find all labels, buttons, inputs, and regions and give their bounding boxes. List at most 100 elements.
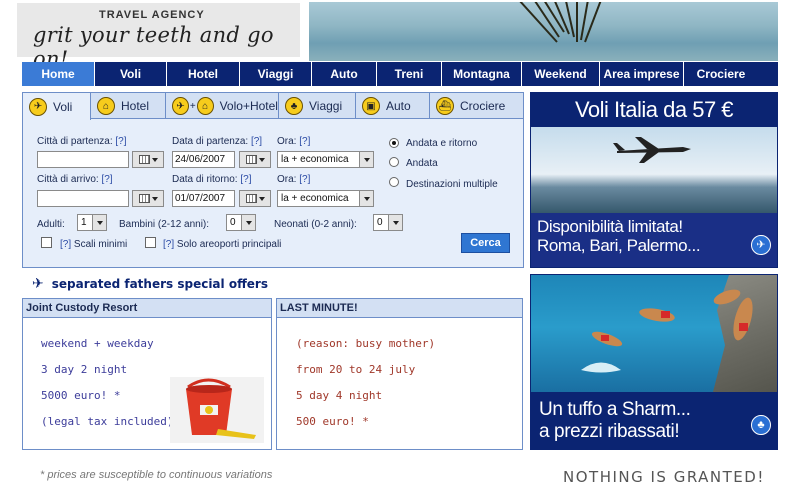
chevron-down-icon xyxy=(96,220,103,225)
departure-city-input[interactable] xyxy=(37,151,129,168)
radio-one-way[interactable] xyxy=(389,157,399,167)
offer-last-minute[interactable]: LAST MINUTE! (reason: busy mother) from … xyxy=(276,298,523,450)
palm-leaves-decoration xyxy=(519,2,602,43)
help-link[interactable]: [?] xyxy=(115,136,126,147)
list-icon xyxy=(138,194,150,203)
ad-italy-flights[interactable]: Voli Italia da 57 € Disponibilità limita… xyxy=(530,92,778,268)
offer1-line: weekend + weekday xyxy=(41,337,154,350)
main-nav: Home Voli Hotel Viaggi Auto Treni Montag… xyxy=(22,62,778,86)
airplane-icon xyxy=(613,137,691,163)
ship-icon: ⛴ xyxy=(436,97,454,115)
help-link[interactable]: [?] xyxy=(60,239,71,250)
logo: TRAVEL AGENCY grit your teeth and go on! xyxy=(17,3,300,71)
offer2-line: 5 day 4 night xyxy=(296,389,383,402)
return-time-select[interactable]: la + economica xyxy=(277,190,374,207)
nav-home[interactable]: Home xyxy=(22,62,95,86)
nav-weekend[interactable]: Weekend xyxy=(522,62,600,86)
palm-badge-icon: ♣ xyxy=(751,415,771,435)
beach-bucket-image xyxy=(170,377,264,443)
house-icon: ⌂ xyxy=(196,97,214,115)
tab-hotel[interactable]: ⌂ Hotel xyxy=(91,93,166,119)
tab-viaggi[interactable]: ♣ Viaggi xyxy=(279,93,356,119)
return-calendar-button[interactable] xyxy=(239,190,271,207)
departure-date-input[interactable]: 24/06/2007 xyxy=(172,151,235,168)
nav-montagna[interactable]: Montagna xyxy=(442,62,522,86)
ad1-airplane-photo xyxy=(531,127,777,213)
radio-round-trip[interactable] xyxy=(389,138,399,148)
car-icon: ▣ xyxy=(362,97,380,115)
house-icon: ⌂ xyxy=(97,97,115,115)
return-date-label: Data di ritorno: [?] xyxy=(172,174,252,185)
offers-heading: ✈ separated fathers special offers xyxy=(32,276,268,292)
header-beach-photo xyxy=(309,2,778,61)
ad-sharm-offer[interactable]: Un tuffo a Sharm... a prezzi ribassati! … xyxy=(530,274,778,450)
tab-crociere[interactable]: ⛴ Crociere xyxy=(430,93,523,119)
nav-hotel[interactable]: Hotel xyxy=(167,62,240,86)
calendar-icon xyxy=(245,155,257,164)
help-link[interactable]: [?] xyxy=(299,174,310,185)
departure-date-label: Data di partenza: [?] xyxy=(172,136,263,147)
plane-icon: ✈ xyxy=(172,97,189,115)
return-time-label: Ora: [?] xyxy=(277,174,311,185)
chevron-down-icon xyxy=(363,157,370,162)
plane-icon: ✈ xyxy=(29,97,47,116)
help-link[interactable]: [?] xyxy=(240,174,251,185)
arrival-city-picker-button[interactable] xyxy=(132,190,164,207)
departure-calendar-button[interactable] xyxy=(239,151,271,168)
ad2-text: Un tuffo a Sharm... a prezzi ribassati! xyxy=(539,399,691,442)
departure-city-label: Città di partenza: [?] xyxy=(37,136,127,147)
tagline: NOTHING IS GRANTED! xyxy=(563,468,765,486)
price-footnote: * prices are susceptible to continuous v… xyxy=(40,469,273,481)
round-trip-label: Andata e ritorno xyxy=(406,138,478,149)
radio-multi-destination[interactable] xyxy=(389,177,399,187)
tab-volo-hotel[interactable]: ✈ + ⌂ Volo+Hotel xyxy=(166,93,279,119)
chevron-down-icon xyxy=(363,196,370,201)
children-select[interactable]: 0 xyxy=(226,214,256,231)
departure-city-picker-button[interactable] xyxy=(132,151,164,168)
min-stops-checkbox[interactable] xyxy=(41,237,52,248)
offer-joint-custody[interactable]: Joint Custody Resort weekend + weekday 3… xyxy=(22,298,272,450)
return-date-input[interactable]: 01/07/2007 xyxy=(172,190,235,207)
calendar-icon xyxy=(245,194,257,203)
adults-label: Adulti: xyxy=(37,219,65,230)
nav-treni[interactable]: Treni xyxy=(377,62,442,86)
one-way-label: Andata xyxy=(406,158,438,169)
infants-select[interactable]: 0 xyxy=(373,214,403,231)
arrival-city-input[interactable] xyxy=(37,190,129,207)
help-link[interactable]: [?] xyxy=(299,136,310,147)
help-link[interactable]: [?] xyxy=(101,174,112,185)
multi-destination-label: Destinazioni multiple xyxy=(406,179,498,190)
palm-icon: ♣ xyxy=(285,97,303,115)
tab-auto[interactable]: ▣ Auto xyxy=(356,93,430,119)
search-button[interactable]: Cerca xyxy=(461,233,510,253)
agency-name: TRAVEL AGENCY xyxy=(99,9,205,21)
chevron-down-icon xyxy=(245,220,252,225)
ad1-title: Voli Italia da 57 € xyxy=(531,93,777,127)
offer1-line: 5000 euro! * xyxy=(41,389,121,402)
nav-viaggi[interactable]: Viaggi xyxy=(240,62,312,86)
flight-search-panel: ✈ Voli ⌂ Hotel ✈ + ⌂ Volo+Hotel ♣ Viaggi… xyxy=(22,92,524,268)
tab-voli[interactable]: ✈ Voli xyxy=(23,93,91,120)
offer1-line: (legal tax included) xyxy=(41,415,174,428)
plane-badge-icon: ✈ xyxy=(751,235,771,255)
help-link[interactable]: [?] xyxy=(163,239,174,250)
ad1-text: Disponibilità limitata! Roma, Bari, Pale… xyxy=(537,217,701,255)
adults-select[interactable]: 1 xyxy=(77,214,107,231)
nav-voli[interactable]: Voli xyxy=(95,62,167,86)
offer2-title: LAST MINUTE! xyxy=(277,299,522,318)
nav-crociere[interactable]: Crociere xyxy=(684,62,758,86)
departure-time-select[interactable]: la + economica xyxy=(277,151,374,168)
min-stops-label: [?] Scali minimi xyxy=(60,239,128,250)
chevron-down-icon xyxy=(392,220,399,225)
offer1-line: 3 day 2 night xyxy=(41,363,128,376)
nav-area-imprese[interactable]: Area imprese xyxy=(600,62,684,86)
ad2-diving-photo xyxy=(531,275,777,392)
nav-auto[interactable]: Auto xyxy=(312,62,377,86)
main-airports-label: [?] Solo areoporti principali xyxy=(163,239,282,250)
departure-time-label: Ora: [?] xyxy=(277,136,311,147)
search-tabs: ✈ Voli ⌂ Hotel ✈ + ⌂ Volo+Hotel ♣ Viaggi… xyxy=(23,93,523,120)
help-link[interactable]: [?] xyxy=(251,136,262,147)
infants-label: Neonati (0-2 anni): xyxy=(274,219,357,230)
plane-icon: ✈ xyxy=(32,276,44,292)
main-airports-checkbox[interactable] xyxy=(145,237,156,248)
